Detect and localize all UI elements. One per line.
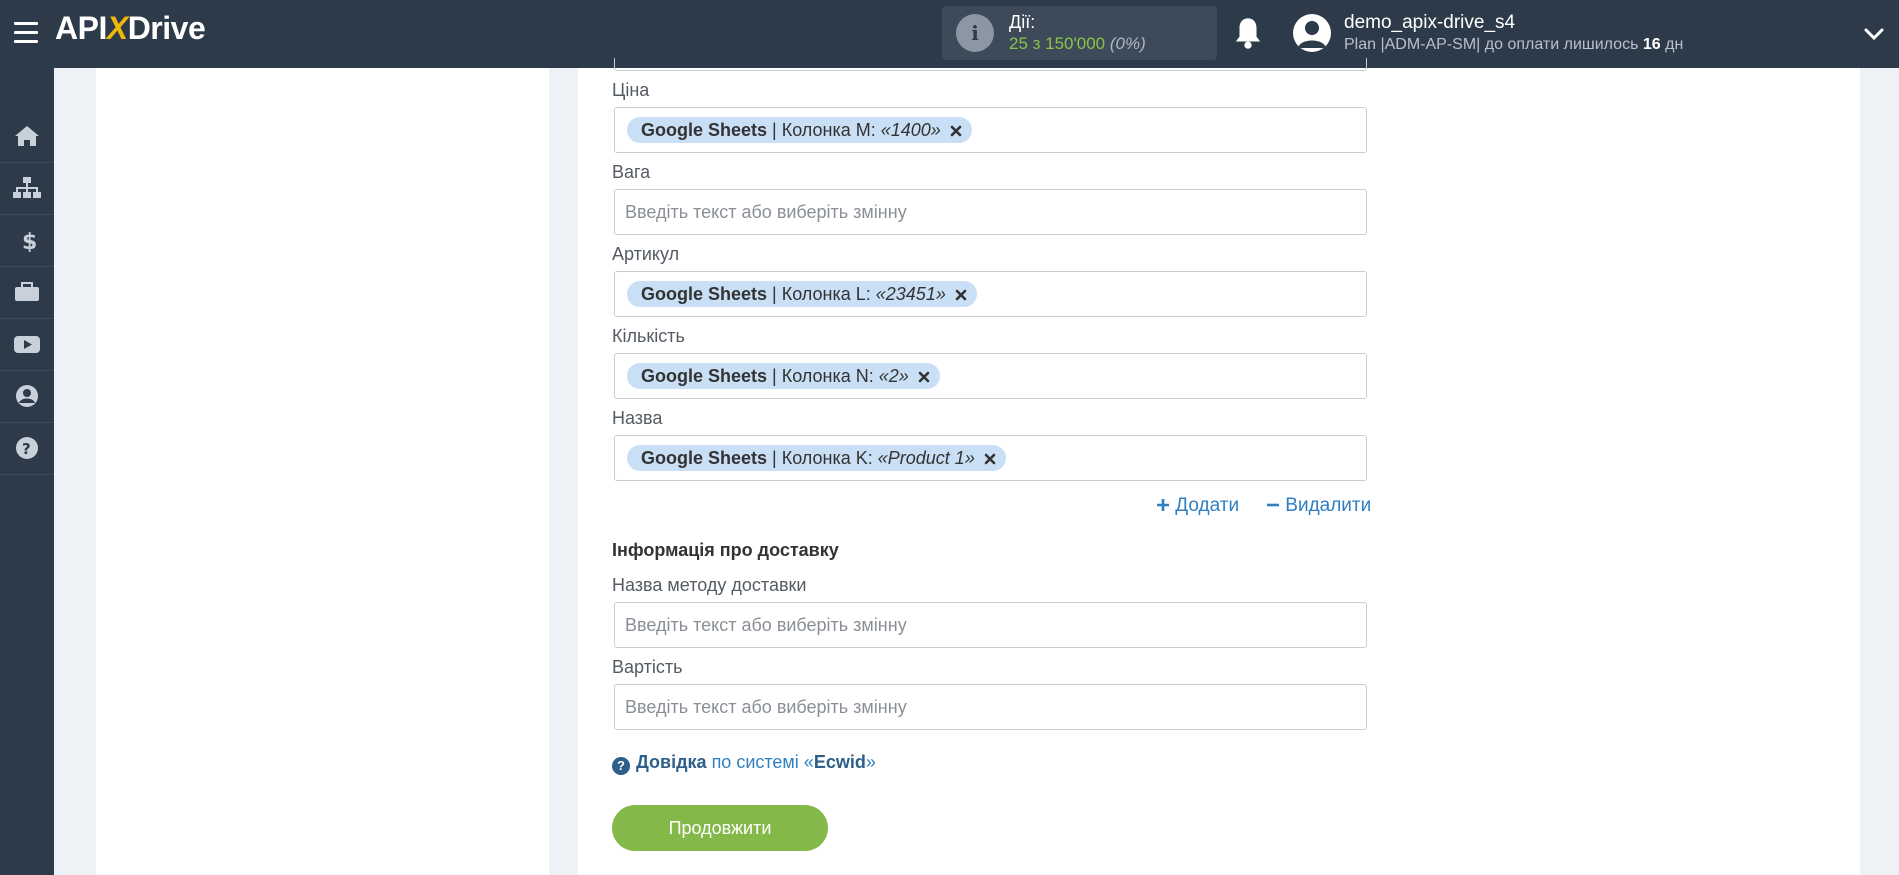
left-panel — [96, 68, 549, 875]
close-icon[interactable] — [984, 453, 996, 465]
info-icon: i — [956, 14, 994, 52]
price-field[interactable]: Google Sheets | Колонка M: «1400» — [614, 107, 1367, 153]
delivery-cost-field[interactable]: Введіть текст або виберіть змінну — [614, 684, 1367, 730]
tag-source: Google Sheets — [641, 366, 768, 386]
delivery-method-field[interactable]: Введіть текст або виберіть змінну — [614, 602, 1367, 648]
quantity-label: Кількість — [612, 326, 685, 346]
logo-api: API — [55, 10, 107, 46]
weight-label: Вага — [612, 162, 651, 182]
remove-label: Видалити — [1285, 495, 1372, 516]
delivery-method-label: Назва методу доставки — [612, 575, 807, 595]
tag-source: Google Sheets — [641, 284, 768, 304]
user-plan: Plan |ADM-AP-SM| до оплати лишилось 16 д… — [1344, 36, 1683, 54]
sidebar-item-briefcase[interactable] — [0, 266, 54, 319]
tag-value: «Product 1» — [877, 448, 975, 468]
name-label: Назва — [612, 408, 663, 428]
help-link[interactable]: ? Довідка по системі «Ecwid» — [612, 752, 876, 775]
chevron-down-icon[interactable] — [1862, 22, 1886, 46]
variable-tag: Google Sheets | Колонка K: «Product 1» — [627, 445, 1006, 471]
youtube-icon — [14, 336, 40, 353]
sidebar: $ ? — [0, 68, 54, 875]
weight-field[interactable]: Введіть текст або виберіть змінну — [614, 189, 1367, 235]
tag-column: | Колонка M: — [767, 120, 881, 140]
close-icon[interactable] — [950, 125, 962, 137]
actions-percent: (0%) — [1109, 34, 1146, 53]
home-icon — [15, 126, 39, 146]
question-icon: ? — [16, 437, 38, 459]
logo[interactable]: APIXDrive — [55, 10, 206, 47]
continue-button[interactable]: Продовжити — [612, 805, 828, 851]
plan-suffix: дн — [1660, 36, 1684, 53]
close-icon[interactable] — [918, 371, 930, 383]
delivery-cost-label: Вартість — [612, 657, 683, 677]
actions-count-value: 25 з 150'000 — [1009, 34, 1106, 53]
delivery-cost-placeholder: Введіть текст або виберіть змінну — [625, 697, 907, 717]
actions-counter: i Дії: 25 з 150'000 (0%) — [942, 6, 1217, 60]
tag-value: «1400» — [880, 120, 941, 140]
briefcase-icon — [15, 282, 39, 301]
sku-field[interactable]: Google Sheets | Колонка L: «23451» — [614, 271, 1367, 317]
price-label: Ціна — [612, 80, 650, 100]
help-mid: по системі « — [706, 752, 814, 772]
sidebar-item-account[interactable] — [0, 370, 54, 423]
menu-icon[interactable] — [14, 22, 38, 44]
help-system: Ecwid — [813, 752, 866, 772]
name-field[interactable]: Google Sheets | Колонка K: «Product 1» — [614, 435, 1367, 481]
sidebar-item-billing[interactable]: $ — [0, 214, 54, 267]
svg-text:?: ? — [22, 440, 31, 458]
tag-value: «2» — [878, 366, 909, 386]
sidebar-item-connections[interactable] — [0, 162, 54, 215]
user-icon — [16, 385, 38, 407]
logo-drive: Drive — [127, 10, 206, 46]
close-icon[interactable] — [955, 289, 967, 301]
minus-icon — [1267, 503, 1279, 507]
sidebar-item-video[interactable] — [0, 318, 54, 371]
add-button[interactable]: Додати — [1156, 495, 1239, 517]
sidebar-item-home[interactable] — [0, 110, 54, 163]
delivery-method-placeholder: Введіть текст або виберіть змінну — [625, 615, 907, 635]
question-circle-icon: ? — [612, 757, 630, 775]
weight-placeholder: Введіть текст або виберіть змінну — [625, 202, 907, 222]
sku-label: Артикул — [612, 244, 680, 264]
variable-tag: Google Sheets | Колонка M: «1400» — [627, 117, 972, 143]
tag-column: | Колонка K: — [767, 448, 878, 468]
avatar[interactable] — [1293, 14, 1331, 52]
plan-days: 16 — [1642, 36, 1661, 53]
actions-count: 25 з 150'000 (0%) — [1009, 34, 1146, 54]
user-name: demo_apix-drive_s4 — [1344, 12, 1516, 33]
help-link-label: Довідка — [636, 752, 707, 772]
svg-text:$: $ — [22, 230, 37, 252]
quantity-field[interactable]: Google Sheets | Колонка N: «2» — [614, 353, 1367, 399]
dollar-icon: $ — [22, 230, 37, 252]
remove-button[interactable]: Видалити — [1266, 495, 1371, 517]
plus-icon — [1157, 499, 1169, 511]
variable-tag: Google Sheets | Колонка N: «2» — [627, 363, 940, 389]
help-end: » — [865, 752, 876, 772]
plan-prefix: Plan |ADM-AP-SM| до оплати лишилось — [1344, 36, 1643, 53]
variable-tag: Google Sheets | Колонка L: «23451» — [627, 281, 977, 307]
tag-column: | Колонка L: — [767, 284, 876, 304]
bell-icon[interactable] — [1233, 16, 1263, 50]
sidebar-item-help[interactable]: ? — [0, 422, 54, 475]
sitemap-icon — [13, 177, 41, 198]
tag-value: «23451» — [875, 284, 946, 304]
previous-field-edge — [614, 58, 1367, 71]
tag-source: Google Sheets — [641, 448, 768, 468]
add-label: Додати — [1175, 495, 1240, 516]
tag-source: Google Sheets — [641, 120, 768, 140]
tag-column: | Колонка N: — [767, 366, 879, 386]
actions-label: Дії: — [1009, 12, 1036, 32]
logo-x: X — [106, 10, 128, 46]
delivery-section-title: Інформація про доставку — [612, 540, 839, 560]
user-avatar-icon — [1298, 21, 1326, 48]
